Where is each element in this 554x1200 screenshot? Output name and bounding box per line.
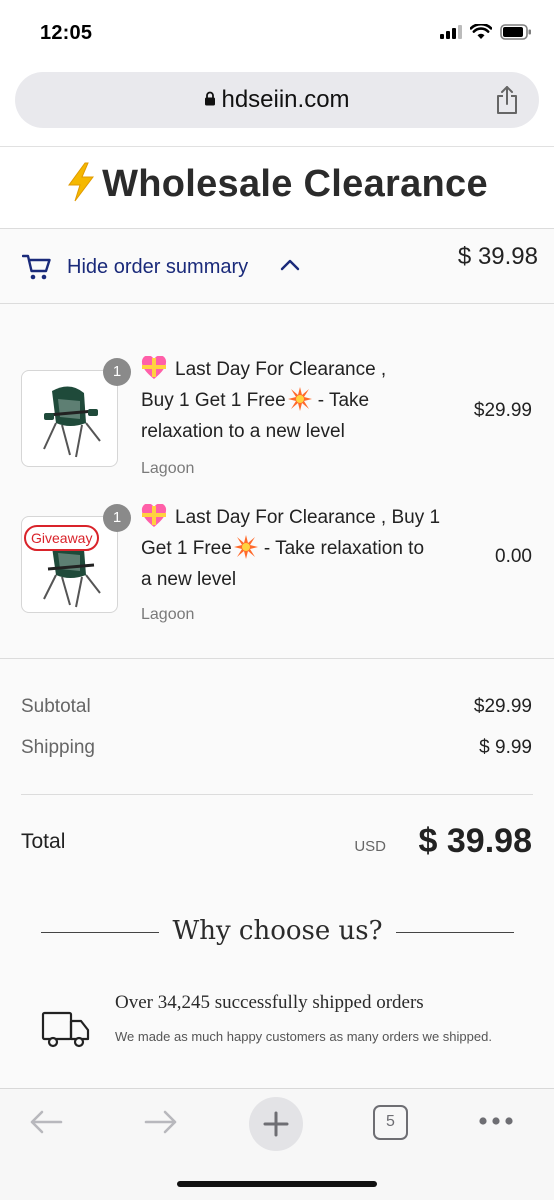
- store-title-text: Wholesale Clearance: [102, 163, 488, 205]
- product-variant: Lagoon: [141, 606, 195, 623]
- heart-ribbon-emoji-icon: [141, 503, 167, 527]
- home-indicator[interactable]: [177, 1181, 377, 1187]
- total-currency: USD: [354, 838, 386, 855]
- product-title-line2-tail: - Take relaxation to: [263, 538, 425, 559]
- shipping-value: $ 9.99: [479, 737, 532, 758]
- back-arrow-icon[interactable]: [28, 1107, 64, 1137]
- product-title-line: Last Day For Clearance , Buy 1: [141, 502, 471, 533]
- camping-chair-image: [43, 386, 101, 458]
- product-price: 0.00: [495, 546, 532, 567]
- order-summary-label[interactable]: Hide order summary: [67, 256, 248, 279]
- product-title-line: Get 1 Free - Take relaxation to: [141, 533, 471, 564]
- product-title-line1: Last Day For Clearance , Buy 1: [175, 507, 441, 528]
- product-title: Last Day For Clearance , Buy 1 Get 1 Fre…: [141, 502, 471, 595]
- browser-toolbar: 5: [0, 1088, 554, 1200]
- url-display[interactable]: hdseiin.com: [15, 86, 539, 114]
- share-icon[interactable]: [495, 85, 519, 115]
- subtotal-value: $29.99: [473, 696, 532, 717]
- product-line-item: Giveaway 1 Last Day For Clearance , Buy …: [0, 502, 554, 632]
- battery-icon: [500, 24, 531, 40]
- product-price: $29.99: [473, 400, 532, 421]
- wifi-icon: [470, 24, 492, 39]
- product-title-line3: relaxation to a new level: [141, 421, 345, 442]
- order-summary-panel: 1 Last Day For Clearance , Buy 1 Get 1 F…: [0, 304, 554, 1088]
- why-choose-us-heading: Why choose us?: [41, 914, 514, 954]
- quantity-badge: 1: [103, 504, 131, 532]
- plus-icon: [263, 1111, 289, 1137]
- lightning-bolt-icon: [68, 162, 95, 202]
- feature-title: Over 34,245 successfully shipped orders: [115, 992, 424, 1013]
- product-title-line: Last Day For Clearance ,: [141, 354, 471, 385]
- signal-icon: [440, 25, 462, 39]
- heart-ribbon-emoji-icon: [141, 355, 167, 379]
- address-bar[interactable]: hdseiin.com: [15, 72, 539, 128]
- collision-emoji-icon: [233, 534, 258, 559]
- product-title-line2: Buy 1 Get 1 Free: [141, 390, 286, 411]
- summary-divider: [0, 658, 554, 659]
- product-title-line1: Last Day For Clearance ,: [175, 359, 387, 380]
- subtotal-label: Subtotal: [21, 696, 91, 717]
- collision-emoji-icon: [287, 386, 312, 411]
- why-choose-us-title: Why choose us?: [41, 916, 514, 946]
- delivery-truck-icon: [41, 1011, 90, 1048]
- product-title-line: Buy 1 Get 1 Free - Take: [141, 385, 471, 416]
- forward-arrow-icon[interactable]: [143, 1107, 179, 1137]
- product-thumbnail: 1: [21, 358, 131, 467]
- cart-icon: [22, 254, 51, 280]
- product-variant: Lagoon: [141, 460, 195, 477]
- total-value: $ 39.98: [418, 822, 532, 860]
- store-title[interactable]: Wholesale Clearance: [0, 162, 554, 206]
- product-title-line2: Get 1 Free: [141, 538, 232, 559]
- order-summary-total: $ 39.98: [457, 243, 538, 270]
- status-bar: 12:05: [0, 0, 554, 66]
- status-icons: [440, 24, 532, 40]
- store-header: Wholesale Clearance: [0, 147, 554, 227]
- status-time: 12:05: [40, 22, 93, 44]
- totals-divider: [21, 794, 533, 795]
- product-title-line2-tail: - Take: [317, 390, 370, 411]
- new-tab-button[interactable]: [249, 1097, 303, 1151]
- order-summary-toggle[interactable]: Hide order summary $ 39.98: [0, 228, 554, 304]
- lock-icon: [205, 91, 216, 106]
- total-label: Total: [21, 830, 66, 853]
- product-title: Last Day For Clearance , Buy 1 Get 1 Fre…: [141, 354, 471, 447]
- feature-description: We made as much happy customers as many …: [115, 1029, 492, 1044]
- url-text: hdseiin.com: [221, 86, 350, 113]
- more-options-icon[interactable]: [478, 1116, 514, 1126]
- product-line-item: 1 Last Day For Clearance , Buy 1 Get 1 F…: [0, 354, 554, 484]
- giveaway-badge: Giveaway: [24, 525, 100, 551]
- product-title-line3: a new level: [141, 569, 237, 590]
- chevron-up-icon: [280, 259, 300, 271]
- quantity-badge: 1: [103, 358, 131, 386]
- tabs-button[interactable]: 5: [373, 1105, 408, 1140]
- product-thumbnail: Giveaway 1: [21, 504, 131, 613]
- shipping-label: Shipping: [21, 737, 95, 758]
